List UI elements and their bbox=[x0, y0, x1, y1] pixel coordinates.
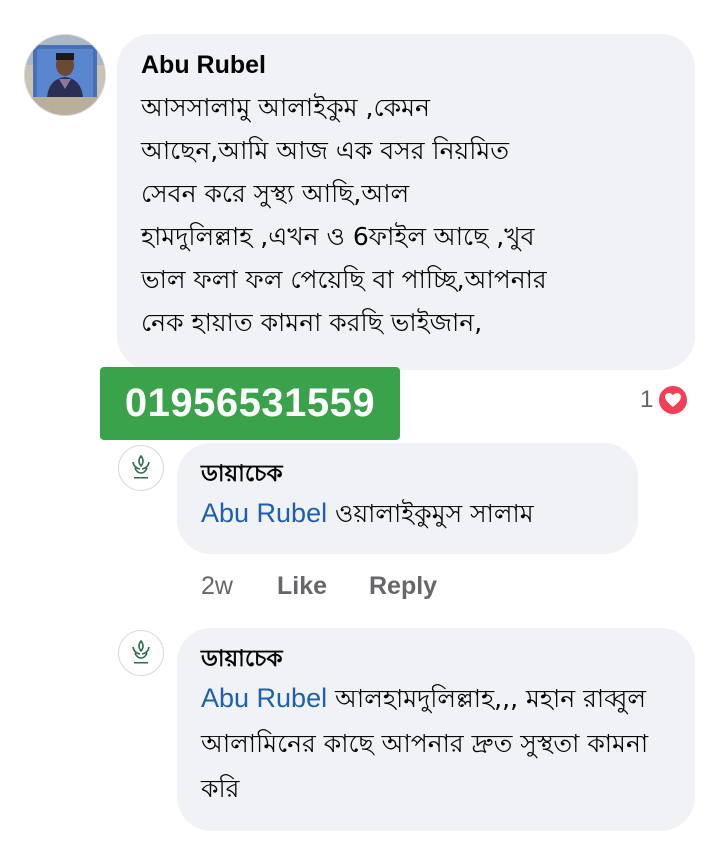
mention-link[interactable]: Abu Rubel bbox=[201, 498, 327, 528]
brand-logo-icon bbox=[132, 639, 150, 664]
like-button[interactable]: Like bbox=[277, 572, 369, 601]
mention-link[interactable]: Abu Rubel bbox=[201, 683, 327, 713]
reply-text: Abu Rubel আলহামদুলিল্লাহ,,, মহান রাব্বুল… bbox=[201, 676, 671, 811]
reply-bubble: ডায়াচেক Abu Rubel ওয়ালাইকুমুস সালাম bbox=[177, 443, 638, 554]
comment-author[interactable]: Abu Rubel bbox=[141, 50, 673, 80]
reply-button[interactable]: Reply bbox=[369, 572, 437, 601]
profile-photo bbox=[25, 35, 105, 115]
reply-message: ওয়ালাইকুমুস সালাম bbox=[327, 499, 534, 528]
reaction-summary[interactable]: 1 bbox=[640, 382, 690, 418]
reply-author[interactable]: ডায়াচেক bbox=[201, 644, 671, 674]
phone-number-badge: 01956531559 bbox=[100, 367, 400, 440]
reply-author[interactable]: ডায়াচেক bbox=[201, 459, 614, 489]
comment-text: আসসালামু আলাইকুম ,কেমন আছেন,আমি আজ এক বস… bbox=[141, 93, 547, 337]
reply-timestamp[interactable]: 2w bbox=[201, 572, 277, 601]
reply-actions: 2w Like Reply bbox=[201, 568, 437, 604]
brand-logo-icon bbox=[132, 454, 150, 479]
reaction-count: 1 bbox=[640, 386, 654, 413]
heart-icon bbox=[657, 384, 690, 416]
reply-text: Abu Rubel ওয়ালাইকুমুস সালাম bbox=[201, 491, 614, 536]
page-avatar[interactable] bbox=[118, 445, 164, 491]
commenter-avatar[interactable] bbox=[24, 34, 106, 116]
comment-bubble: Abu Rubel আসসালামু আলাইকুম ,কেমন আছেন,আম… bbox=[117, 34, 695, 370]
reply-bubble: ডায়াচেক Abu Rubel আলহামদুলিল্লাহ,,, মহা… bbox=[177, 628, 695, 831]
page-avatar[interactable] bbox=[118, 630, 164, 676]
